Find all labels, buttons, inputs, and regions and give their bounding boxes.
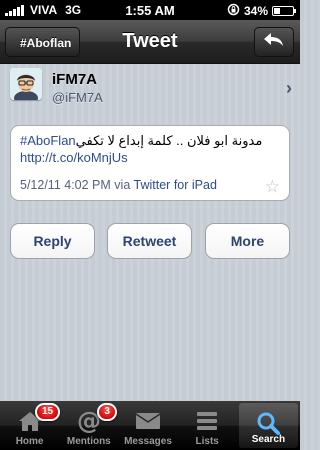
status-bar: VIVA 3G 1:55 AM 34% — [0, 0, 300, 20]
reply-arrow-icon — [262, 31, 286, 54]
tweet-card: #AboFlanمدونة ابو فلان .. كلمة إبداع لا … — [10, 125, 290, 201]
battery-percent: 34% — [243, 4, 268, 18]
tab-bar: 15 Home @ 3 Mentions Messages Lists Sear… — [0, 401, 300, 450]
list-icon — [192, 407, 222, 435]
tweet-actions: Reply Retweet More — [10, 223, 290, 259]
tab-home-label: Home — [15, 436, 44, 447]
reply-button[interactable]: Reply — [10, 223, 95, 259]
battery-icon — [272, 6, 296, 16]
user-handle: @iFM7A — [52, 90, 103, 105]
tab-messages[interactable]: Messages — [118, 401, 177, 450]
navigation-bar: #Aboflan Tweet — [0, 20, 300, 64]
rotation-lock-icon — [227, 3, 240, 19]
tab-messages-label: Messages — [124, 436, 172, 447]
reply-action-button[interactable] — [254, 27, 294, 57]
tab-mentions[interactable]: @ 3 Mentions — [59, 401, 118, 450]
tab-lists-label: Lists — [195, 436, 219, 447]
tweet-text: مدونة ابو فلان .. كلمة إبداع لا تكفي — [75, 133, 263, 148]
star-icon[interactable]: ☆ — [265, 177, 280, 197]
tweet-url-link[interactable]: http://t.co/koMnjUs — [20, 150, 128, 165]
tweet-meta: 5/12/11 4:02 PM via Twitter for iPad — [20, 178, 217, 192]
more-button[interactable]: More — [205, 223, 290, 259]
tab-lists[interactable]: Lists — [178, 401, 237, 450]
chevron-right-icon: › — [286, 78, 292, 98]
retweet-button[interactable]: Retweet — [107, 223, 192, 259]
envelope-icon — [133, 407, 163, 435]
tab-search[interactable]: Search — [238, 403, 299, 448]
tweet-via-label: via — [114, 178, 131, 192]
tweet-body: #AboFlanمدونة ابو فلان .. كلمة إبداع لا … — [20, 132, 280, 149]
user-display-name: iFM7A — [52, 71, 97, 88]
tweet-link-row: http://t.co/koMnjUs — [20, 149, 280, 166]
tweet-hashtag-link[interactable]: #AboFlan — [20, 133, 76, 148]
home-badge: 15 — [35, 403, 61, 421]
avatar[interactable] — [10, 68, 42, 100]
tweet-timestamp: 5/12/11 4:02 PM — [20, 178, 111, 192]
mentions-badge: 3 — [97, 403, 118, 421]
profile-row[interactable]: iFM7A @iFM7A › — [10, 68, 292, 114]
tab-home[interactable]: 15 Home — [0, 401, 61, 450]
search-icon — [253, 409, 283, 437]
tweet-source-link[interactable]: Twitter for iPad — [134, 178, 217, 192]
tab-mentions-label: Mentions — [66, 436, 111, 447]
